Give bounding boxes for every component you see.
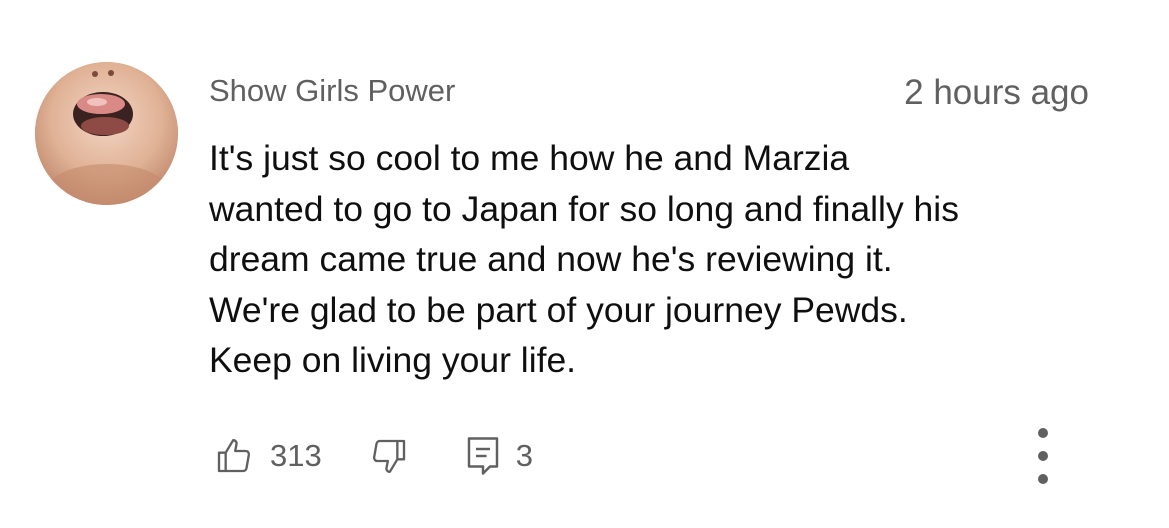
more-actions-button[interactable] — [1026, 428, 1060, 484]
dislike-button[interactable] — [367, 434, 411, 478]
comment-text: It's just so cool to me how he and Marzi… — [209, 133, 1119, 386]
avatar[interactable] — [35, 62, 178, 205]
reply-button[interactable] — [463, 434, 503, 478]
comment-text-line: It's just so cool to me how he and Marzi… — [209, 138, 850, 178]
more-vertical-icon — [1038, 451, 1048, 461]
comment-text-line: wanted to go to Japan for so long and fi… — [209, 188, 959, 229]
comment-text-line: Keep on living your life. — [209, 340, 577, 380]
comment-author[interactable]: Show Girls Power — [209, 72, 455, 110]
comment-item: Show Girls Power 2 hours ago It's just s… — [0, 0, 1169, 528]
more-vertical-icon — [1038, 428, 1048, 438]
like-count: 313 — [270, 438, 322, 473]
like-button[interactable] — [212, 434, 256, 478]
comment-text-line: dream came true and now he's reviewing i… — [209, 239, 893, 279]
comment-text-line: We're glad to be part of your journey Pe… — [209, 289, 908, 330]
comment-icon — [467, 437, 498, 475]
avatar-image — [35, 62, 178, 205]
thumbs-up-icon — [217, 439, 251, 473]
reply-count: 3 — [515, 438, 533, 473]
comment-actions: 313 3 — [212, 431, 533, 481]
thumbs-down-icon — [372, 439, 405, 473]
more-vertical-icon — [1038, 474, 1048, 484]
comment-timestamp: 2 hours ago — [904, 73, 1089, 112]
